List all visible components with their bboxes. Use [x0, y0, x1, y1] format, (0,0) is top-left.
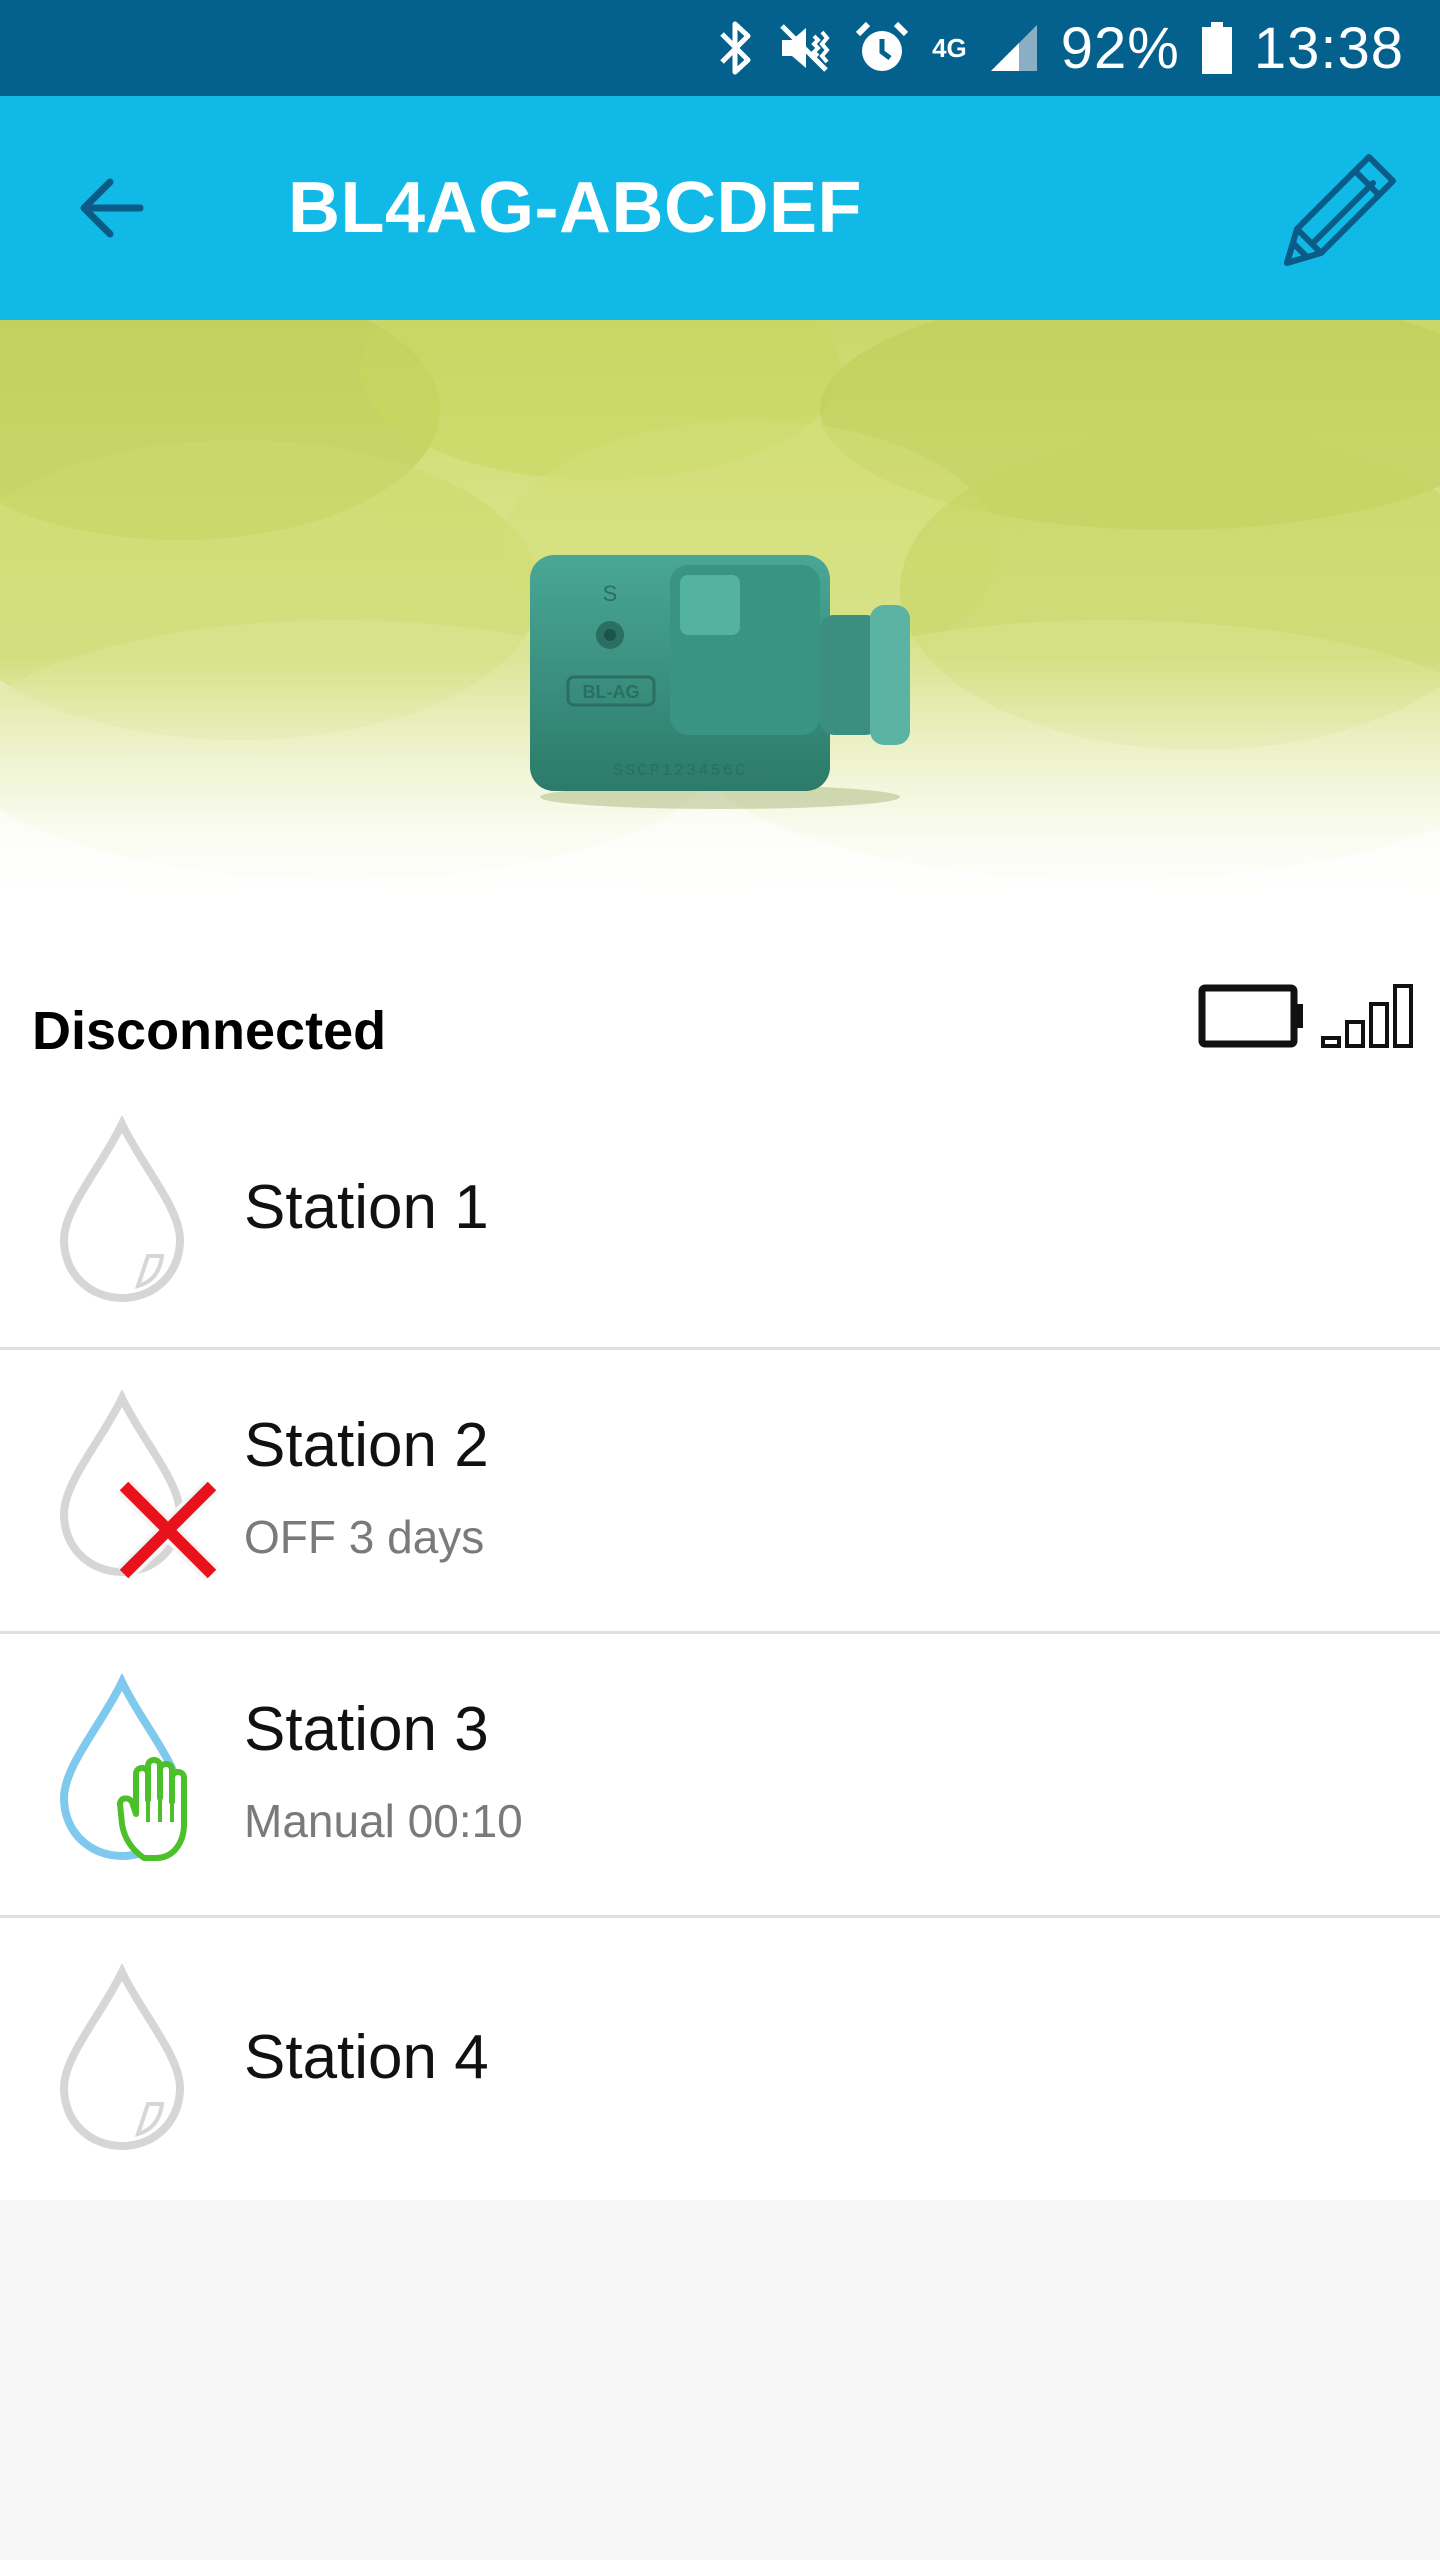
edit-button[interactable] [1272, 138, 1412, 278]
battery-percent: 92% [1060, 15, 1180, 81]
status-bar: 4G 92% 13:38 [0, 0, 1440, 96]
connection-status: Disconnected [32, 1001, 387, 1061]
station-status: Manual 00:10 [244, 1795, 523, 1847]
station-name: Station 1 [244, 1173, 489, 1242]
hand-icon [117, 1757, 187, 1861]
station-list: Station 1 Station 2 OFF 3 days Station 3… [0, 1080, 1440, 2200]
station-name: Station 3 [244, 1695, 489, 1764]
station-status: OFF 3 days [244, 1511, 485, 1563]
station-name: Station 2 [244, 1411, 489, 1480]
device-signal-icon [1321, 984, 1413, 1048]
off-x-icon [116, 1478, 220, 1580]
list-item[interactable]: Station 3 Manual 00:10 [0, 1634, 1440, 1918]
pencil-icon [1284, 154, 1396, 266]
station-name: Station 4 [244, 2023, 489, 2092]
connection-status-row: Disconnected [0, 930, 1440, 1080]
water-drop-icon [59, 1964, 185, 2151]
battery-icon [1201, 13, 1232, 83]
list-item[interactable]: Station 4 [0, 1918, 1440, 2200]
device-battery-icon [1198, 984, 1303, 1048]
list-item[interactable]: Station 2 OFF 3 days [0, 1350, 1440, 1634]
device-model-label: BL-AG [583, 682, 640, 702]
clock: 13:38 [1253, 15, 1404, 81]
device-serial-label: SSCP123456C [613, 762, 747, 781]
water-drop-manual-icon [59, 1674, 187, 1861]
back-button[interactable] [60, 156, 164, 260]
bluetooth-icon [718, 13, 754, 83]
signal-icon [989, 13, 1039, 83]
vibrate-mute-icon [776, 13, 832, 83]
device-image: S BL-AG SSCP123456C [530, 555, 910, 809]
svg-text:S: S [603, 581, 618, 606]
page-title: BL4AG-ABCDEF [288, 168, 862, 248]
arrow-left-icon [80, 178, 144, 238]
water-drop-off-icon [59, 1390, 220, 1580]
water-drop-icon [59, 1116, 185, 1303]
app-bar: BL4AG-ABCDEF [0, 96, 1440, 320]
alarm-icon [854, 13, 910, 83]
hero-banner: S BL-AG SSCP123456C [0, 320, 1440, 930]
list-item[interactable]: Station 1 [0, 1080, 1440, 1350]
network-4g-icon: 4G [932, 33, 967, 63]
